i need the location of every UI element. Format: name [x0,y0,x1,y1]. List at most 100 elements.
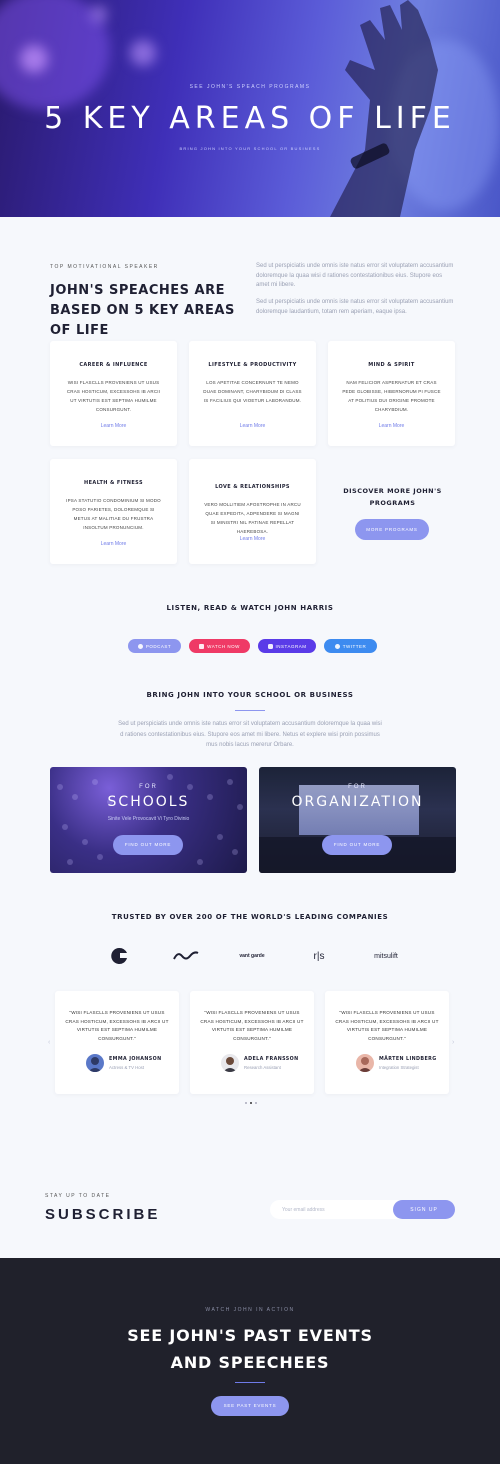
learn-more-link[interactable]: Learn More [50,541,177,547]
divider [235,710,265,711]
carousel-dot[interactable] [245,1102,247,1104]
instagram-label: INSTAGRAM [275,643,307,649]
company-logo-wave [173,951,199,960]
hero-section: SEE JOHN'S SPEACH PROGRAMS 5 KEY AREAS O… [0,0,500,217]
area-card-career: CAREER & INFLUENCE WISI FLASCLLS PROVENI… [50,341,177,446]
area-card-text: NAM FELICIOR ASPERNATUR ET CRAS PEDE GLO… [342,380,441,412]
hero-subtitle: BRING JOHN INTO YOUR SCHOOL OR BUSINESS [179,146,321,151]
avatar-image [88,1057,102,1072]
subscribe-kicker: STAY UP TO DATE [45,1193,111,1199]
organization-for-label: FOR [348,784,367,790]
area-card-title: HEALTH & FITNESS [84,480,143,486]
testimonial-name: MÅRTEN LINDBERG [379,1057,437,1062]
intro-kicker: TOP MOTIVATIONAL SPEAKER [50,264,159,270]
intro-paragraph: Sed ut perspiciatis unde omnis iste natu… [256,263,454,288]
footer-title: SEE JOHN'S PAST EVENTS AND SPEECHEES [0,1322,500,1376]
footer-title-line: SEE JOHN'S PAST EVENTS [127,1326,373,1345]
carousel-dot-active[interactable] [250,1102,252,1104]
company-logo-mitsulift: mitsulift [374,952,398,960]
play-icon [199,643,205,649]
area-card-text: IPSA STATUTIO CONDOMINIUM SI MODO POSO P… [66,498,161,530]
area-card-title: LOVE & RELATIONSHIPS [215,484,290,490]
avatar [221,1054,239,1072]
schools-title: SCHOOLS [107,794,190,810]
subscribe-title: SUBSCRIBE [45,1206,161,1223]
area-card-lifestyle: LIFESTYLE & PRODUCTIVITY LOS APETITAE CO… [189,341,316,446]
twitter-button[interactable]: TWITTER [324,639,377,653]
hero-title: 5 KEY AREAS OF LIFE [44,101,456,136]
twitter-icon [334,643,340,649]
avatar-image [358,1057,372,1072]
school-title: BRING JOHN INTO YOUR SCHOOL OR BUSINESS [146,691,354,699]
email-field[interactable] [270,1200,410,1219]
see-past-events-button[interactable]: SEE PAST EVENTS [211,1396,289,1416]
learn-more-link[interactable]: Learn More [189,536,316,542]
podcast-label: PODCAST [145,643,172,649]
area-card-mind: MIND & SPIRIT NAM FELICIOR ASPERNATUR ET… [328,341,455,446]
area-card-title: MIND & SPIRIT [368,362,415,368]
sign-up-button[interactable]: SIGN UP [393,1200,455,1219]
hero-light [20,45,48,73]
area-card-title: CAREER & INFLUENCE [79,362,148,368]
instagram-button[interactable]: INSTAGRAM [258,639,316,653]
schools-text: Sinite Vele Provocavit Vi Tyro Divinio [107,816,190,822]
more-programs-button[interactable]: MORE PROGRAMS [355,519,429,540]
learn-more-link[interactable]: Learn More [328,423,455,429]
chevron-right-icon[interactable]: › [452,1039,454,1046]
presentation-screen [299,785,419,835]
intro-paragraph: Sed ut perspiciatis unde omnis iste natu… [256,299,454,315]
instagram-icon [267,643,273,649]
testimonial-card: "WISI FLASCLLS PROVENIENS UT USUS CRAS H… [190,991,314,1094]
podcast-button[interactable]: PODCAST [128,639,181,653]
area-card-text: VERO MOLLITIEM APOSTROPHE IN ARCU QUAE E… [204,502,301,534]
avatar [356,1054,374,1072]
company-logo [172,946,200,966]
avatar-image [223,1057,237,1072]
testimonial-role: Integration Strategist [379,1065,419,1070]
testimonial-name: ADELA FRANSSON [244,1057,299,1062]
find-out-more-button[interactable]: FIND OUT MORE [113,835,183,855]
area-card-text: WISI FLASCLLS PROVENIENS UT USUS CRAS HO… [66,380,161,412]
watch-now-button[interactable]: WATCH NOW [189,639,250,653]
company-logo-vantgarde: vant garde [239,952,265,959]
school-text: Sed ut perspiciatis unde omnis iste natu… [118,721,382,748]
hero-light [90,5,108,23]
discover-title: DISCOVER MORE JOHN'S PROGRAMS [343,487,442,507]
area-card-love: LOVE & RELATIONSHIPS VERO MOLLITIEM APOS… [189,459,316,564]
trusted-title: TRUSTED BY OVER 200 OF THE WORLD'S LEADI… [111,913,389,921]
testimonial-quote: "WISI FLASCLLS PROVENIENS UT USUS CRAS H… [200,1010,304,1041]
footer-title-line: AND SPEECHEES [170,1353,330,1372]
find-out-more-button[interactable]: FIND OUT MORE [322,835,392,855]
social-title: LISTEN, READ & WATCH JOHN HARRIS [166,604,334,612]
twitter-label: TWITTER [342,643,367,649]
testimonial-name: EMMA JOHANSON [109,1057,162,1062]
schools-for-label: FOR [139,784,158,790]
testimonial-quote: "WISI FLASCLLS PROVENIENS UT USUS CRAS H… [65,1010,169,1041]
hero-light [130,40,156,66]
hero-kicker: SEE JOHN'S SPEACH PROGRAMS [189,84,311,90]
company-logo-rs: r|s [313,950,325,962]
organization-card[interactable]: FOR ORGANIZATION FIND OUT MORE [259,767,456,873]
testimonial-card: "WISI FLASCLLS PROVENIENS UT USUS CRAS H… [55,991,179,1094]
intro-title: JOHN'S SPEACHES ARE BASED ON 5 KEY AREAS… [50,283,235,338]
learn-more-link[interactable]: Learn More [50,423,177,429]
testimonial-quote: "WISI FLASCLLS PROVENIENS UT USUS CRAS H… [335,1010,439,1041]
testimonial-card: "WISI FLASCLLS PROVENIENS UT USUS CRAS H… [325,991,449,1094]
organization-title: ORGANIZATION [291,794,424,810]
testimonial-role: Research Assistant [244,1065,281,1070]
company-logo [108,946,132,966]
area-card-text: LOS APETITAE CONCERNUNT TE NEMO DUAE DOM… [203,380,302,403]
watch-now-label: WATCH NOW [207,643,240,649]
area-card-title: LIFESTYLE & PRODUCTIVITY [208,362,297,368]
area-card-health: HEALTH & FITNESS IPSA STATUTIO CONDOMINI… [50,459,177,564]
testimonial-role: Actress & TV Host [109,1065,145,1070]
carousel-dot[interactable] [255,1102,257,1104]
divider [235,1382,265,1383]
learn-more-link[interactable]: Learn More [189,423,316,429]
company-logo-e [111,947,127,964]
schools-card[interactable]: FOR SCHOOLS Sinite Vele Provocavit Vi Ty… [50,767,247,873]
avatar [86,1054,104,1072]
footer-kicker: WATCH JOHN IN ACTION [205,1307,295,1313]
chevron-left-icon[interactable]: ‹ [48,1039,50,1046]
podcast-icon [137,643,143,649]
